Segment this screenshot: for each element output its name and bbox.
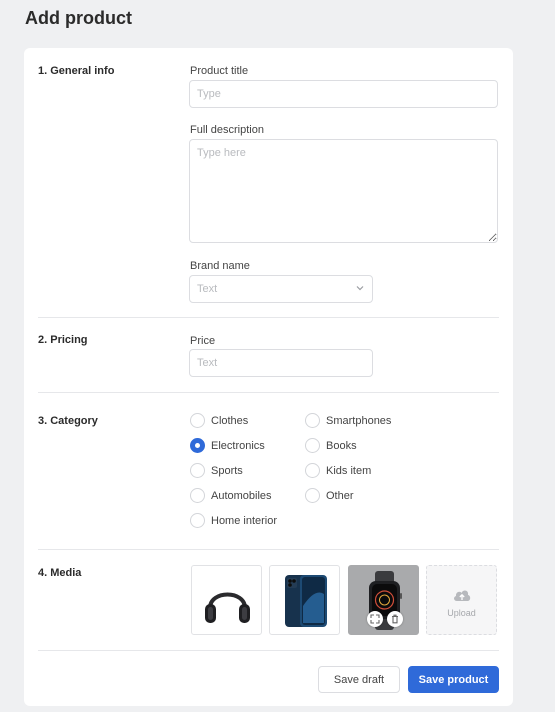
- price-label: Price: [190, 335, 216, 347]
- radio-circle[interactable]: [190, 513, 205, 528]
- radio-label: Sports: [211, 464, 243, 477]
- section-title-category: 3. Category: [38, 415, 98, 427]
- expand-icon: [370, 614, 380, 624]
- chevron-down-icon: [356, 286, 364, 291]
- product-form-card: 1. General info Product title Full descr…: [24, 48, 513, 706]
- section-divider: [38, 317, 499, 318]
- radio-smartphones[interactable]: Smartphones: [305, 413, 391, 428]
- radio-circle[interactable]: [190, 488, 205, 503]
- radio-circle[interactable]: [305, 463, 320, 478]
- brand-name-label: Brand name: [190, 260, 250, 272]
- brand-name-select[interactable]: Text: [189, 275, 373, 303]
- radio-label: Kids item: [326, 464, 372, 477]
- upload-dropzone[interactable]: Upload: [426, 565, 497, 635]
- product-title-label: Product title: [190, 65, 249, 77]
- full-description-textarea[interactable]: [189, 139, 498, 243]
- product-title-input[interactable]: [189, 80, 498, 108]
- expand-button[interactable]: [367, 611, 383, 627]
- radio-electronics[interactable]: Electronics: [190, 438, 265, 453]
- radio-home-interior[interactable]: Home interior: [190, 513, 277, 528]
- cloud-upload-icon: [454, 590, 471, 601]
- radio-label: Other: [326, 489, 354, 502]
- section-title-pricing: 2. Pricing: [38, 334, 88, 346]
- smartwatch-image: [369, 571, 402, 630]
- radio-circle[interactable]: [190, 463, 205, 478]
- radio-circle[interactable]: [190, 413, 205, 428]
- radio-circle[interactable]: [305, 488, 320, 503]
- section-title-general-info: 1. General info: [38, 65, 115, 77]
- page-title: Add product: [25, 8, 132, 28]
- radio-automobiles[interactable]: Automobiles: [190, 488, 272, 503]
- radio-label: Books: [326, 439, 357, 452]
- section-divider: [38, 549, 499, 550]
- media-thumbnail-headphones[interactable]: [191, 565, 262, 635]
- trash-icon: [392, 614, 398, 624]
- radio-books[interactable]: Books: [305, 438, 357, 453]
- radio-label: Smartphones: [326, 414, 392, 427]
- section-title-media: 4. Media: [38, 567, 82, 579]
- delete-button[interactable]: [387, 611, 403, 627]
- radio-clothes[interactable]: Clothes: [190, 413, 248, 428]
- radio-circle-checked[interactable]: [190, 438, 205, 453]
- radio-label: Automobiles: [211, 489, 272, 502]
- save-product-button[interactable]: Save product: [408, 666, 499, 693]
- brand-name-selected-value: Text: [197, 283, 218, 295]
- media-thumbnail-smartwatch[interactable]: [348, 565, 419, 635]
- radio-sports[interactable]: Sports: [190, 463, 243, 478]
- radio-label: Home interior: [211, 514, 278, 527]
- smartphone-image: [285, 575, 327, 627]
- section-divider: [38, 392, 499, 393]
- headphones-image: [205, 592, 250, 623]
- full-description-label: Full description: [190, 124, 264, 136]
- radio-circle[interactable]: [305, 438, 320, 453]
- radio-other[interactable]: Other: [305, 488, 354, 503]
- upload-label: Upload: [447, 608, 476, 618]
- radio-circle[interactable]: [305, 413, 320, 428]
- radio-kids-item[interactable]: Kids item: [305, 463, 371, 478]
- radio-label: Clothes: [211, 414, 249, 427]
- radio-label: Electronics: [211, 439, 265, 452]
- media-thumbnail-smartphone[interactable]: [269, 565, 340, 635]
- save-draft-button[interactable]: Save draft: [318, 666, 400, 693]
- price-input[interactable]: [189, 349, 373, 377]
- section-divider: [38, 650, 499, 651]
